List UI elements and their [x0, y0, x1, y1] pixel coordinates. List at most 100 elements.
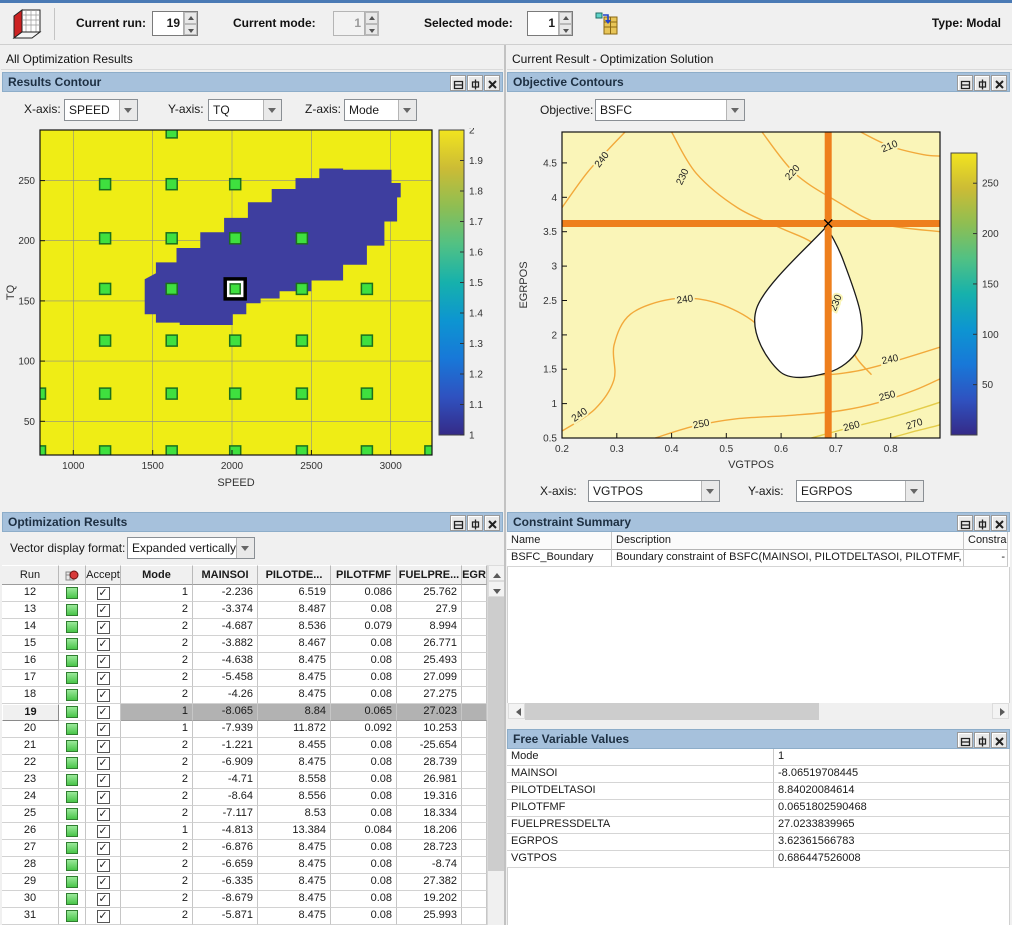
accept-cell[interactable]: ✓: [86, 755, 121, 772]
split-button[interactable]: [450, 515, 466, 531]
scroll-right-icon[interactable]: [992, 703, 1009, 719]
spinner-down-icon[interactable]: [559, 24, 572, 36]
results-row[interactable]: 14✓2-4.6878.5360.0798.994: [2, 619, 487, 636]
run-marker[interactable]: [100, 283, 111, 294]
accept-cell[interactable]: ✓: [86, 823, 121, 840]
accept-checkbox[interactable]: ✓: [97, 842, 110, 855]
selected-mode-spinner[interactable]: 1: [527, 11, 573, 36]
results-row[interactable]: 22✓2-6.9098.4750.0828.739: [2, 755, 487, 772]
accept-cell[interactable]: ✓: [86, 670, 121, 687]
results-row[interactable]: 28✓2-6.6598.4750.08-8.74: [2, 857, 487, 874]
column-header[interactable]: PILOTDE...: [258, 565, 331, 585]
scroll-down-icon[interactable]: [488, 581, 505, 597]
objective-y-axis-select[interactable]: EGRPOS: [796, 480, 924, 502]
accept-checkbox[interactable]: ✓: [97, 723, 110, 736]
accept-cell[interactable]: ✓: [86, 840, 121, 857]
objective-select[interactable]: BSFC: [595, 99, 745, 121]
dock-button[interactable]: [467, 75, 483, 91]
run-marker[interactable]: [296, 388, 307, 399]
accept-cell[interactable]: ✓: [86, 704, 121, 721]
accept-cell[interactable]: ✓: [86, 602, 121, 619]
results-row-selected[interactable]: 19✓1-8.0658.840.06527.023: [2, 704, 487, 721]
accept-checkbox[interactable]: ✓: [97, 910, 110, 923]
run-marker[interactable]: [296, 233, 307, 244]
free-variable-row[interactable]: MAINSOI-8.06519708445: [507, 766, 1010, 783]
column-header[interactable]: PILOTFMF: [331, 565, 397, 585]
accept-cell[interactable]: ✓: [86, 619, 121, 636]
split-button[interactable]: [957, 732, 973, 748]
results-row[interactable]: 12✓1-2.2366.5190.08625.762: [2, 585, 487, 602]
scroll-up-icon[interactable]: [488, 565, 505, 581]
results-row[interactable]: 17✓2-5.4588.4750.0827.099: [2, 670, 487, 687]
column-header[interactable]: Constrai: [964, 532, 1008, 550]
accept-cell[interactable]: ✓: [86, 721, 121, 738]
close-button[interactable]: [484, 75, 500, 91]
close-button[interactable]: [991, 75, 1007, 91]
z-axis-select[interactable]: Mode: [344, 99, 417, 121]
accept-cell[interactable]: ✓: [86, 789, 121, 806]
accept-cell[interactable]: ✓: [86, 738, 121, 755]
results-row[interactable]: 15✓2-3.8828.4670.0826.771: [2, 636, 487, 653]
free-variable-row[interactable]: PILOTDELTASOI8.84020084614: [507, 783, 1010, 800]
run-marker[interactable]: [361, 335, 372, 346]
column-header[interactable]: EGR: [462, 565, 487, 585]
run-marker[interactable]: [166, 335, 177, 346]
accept-cell[interactable]: ✓: [86, 891, 121, 908]
run-marker[interactable]: [296, 335, 307, 346]
column-divider[interactable]: [504, 45, 506, 925]
constraint-row[interactable]: BSFC_BoundaryBoundary constraint of BSFC…: [507, 550, 1010, 567]
results-contour-plot[interactable]: 1000150020002500300050100150200250SPEEDT…: [2, 128, 503, 505]
accept-checkbox[interactable]: ✓: [97, 689, 110, 702]
accept-checkbox[interactable]: ✓: [97, 859, 110, 872]
run-marker[interactable]: [100, 388, 111, 399]
run-marker[interactable]: [230, 335, 241, 346]
dock-button[interactable]: [974, 515, 990, 531]
results-row[interactable]: 23✓2-4.718.5580.0826.981: [2, 772, 487, 789]
run-marker[interactable]: [230, 388, 241, 399]
accept-checkbox[interactable]: ✓: [97, 893, 110, 906]
free-variable-row[interactable]: FUELPRESSDELTA27.0233839965: [507, 817, 1010, 834]
accept-checkbox[interactable]: ✓: [97, 621, 110, 634]
accept-checkbox[interactable]: ✓: [97, 757, 110, 770]
run-marker[interactable]: [230, 233, 241, 244]
free-variable-row[interactable]: PILOTFMF0.0651802590468: [507, 800, 1010, 817]
x-axis-select[interactable]: SPEED: [64, 99, 138, 121]
results-row[interactable]: 30✓2-8.6798.4750.0819.202: [2, 891, 487, 908]
accept-cell[interactable]: ✓: [86, 636, 121, 653]
accept-checkbox[interactable]: ✓: [97, 587, 110, 600]
accept-cell[interactable]: ✓: [86, 874, 121, 891]
column-header[interactable]: Description: [612, 532, 964, 550]
results-table-scrollbar[interactable]: [487, 565, 504, 925]
dock-button[interactable]: [467, 515, 483, 531]
results-row[interactable]: 18✓2-4.268.4750.0827.275: [2, 687, 487, 704]
results-row[interactable]: 25✓2-7.1178.530.0818.334: [2, 806, 487, 823]
column-header[interactable]: Run: [2, 565, 59, 585]
constraint-table-hscrollbar[interactable]: [508, 703, 1009, 720]
dock-button[interactable]: [974, 75, 990, 91]
run-marker[interactable]: [361, 283, 372, 294]
scrollbar-thumb[interactable]: [525, 703, 819, 720]
objective-contours-plot[interactable]: 2402302202102402302402502402502602700.20…: [507, 126, 1010, 476]
accept-checkbox[interactable]: ✓: [97, 825, 110, 838]
free-variable-row[interactable]: Mode1: [507, 749, 1010, 766]
close-button[interactable]: [991, 515, 1007, 531]
results-row[interactable]: 16✓2-4.6388.4750.0825.493: [2, 653, 487, 670]
accept-checkbox[interactable]: ✓: [97, 604, 110, 617]
run-marker[interactable]: [361, 388, 372, 399]
split-button[interactable]: [450, 75, 466, 91]
accept-checkbox[interactable]: ✓: [97, 774, 110, 787]
run-marker[interactable]: [230, 179, 241, 190]
accept-checkbox[interactable]: ✓: [97, 791, 110, 804]
accept-checkbox[interactable]: ✓: [97, 672, 110, 685]
column-header[interactable]: FUELPRE...: [397, 565, 462, 585]
spinner-down-icon[interactable]: [184, 24, 197, 36]
accept-checkbox[interactable]: ✓: [97, 638, 110, 651]
run-marker[interactable]: [166, 179, 177, 190]
results-row[interactable]: 24✓2-8.648.5560.0819.316: [2, 789, 487, 806]
close-button[interactable]: [991, 732, 1007, 748]
column-header[interactable]: MAINSOI: [193, 565, 258, 585]
scroll-left-icon[interactable]: [508, 703, 525, 719]
selected-run-marker[interactable]: [225, 279, 245, 299]
objective-x-axis-select[interactable]: VGTPOS: [588, 480, 720, 502]
column-header[interactable]: Accept: [86, 565, 121, 585]
